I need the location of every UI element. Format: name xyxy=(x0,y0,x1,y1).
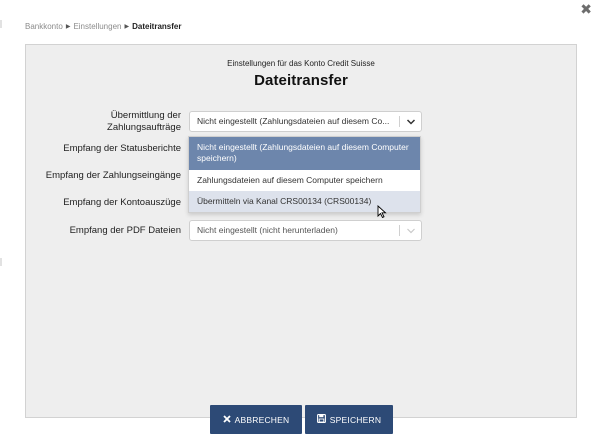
chevron-down-icon[interactable] xyxy=(406,117,416,127)
dropdown-option[interactable]: Nicht eingestellt (Zahlungsdateien auf d… xyxy=(189,137,420,170)
chevron-down-icon[interactable] xyxy=(406,226,416,236)
field-label-kontoauszuege: Empfang der Kontoauszüge xyxy=(63,197,181,208)
field-label-pdf-dateien: Empfang der PDF Dateien xyxy=(69,225,181,236)
page-title: Dateitransfer xyxy=(254,72,348,89)
select-pdf-dateien[interactable]: Nicht eingestellt (nicht herunterladen) xyxy=(189,220,422,241)
edge-marker xyxy=(0,20,2,28)
chevron-right-icon: ▶ xyxy=(124,24,130,30)
dropdown-option[interactable]: Zahlungsdateien auf diesem Computer spei… xyxy=(189,170,420,191)
select-value: Nicht eingestellt (nicht herunterladen) xyxy=(197,225,338,235)
select-divider xyxy=(399,225,400,236)
cancel-button-label: ABBRECHEN xyxy=(234,414,290,425)
close-icon xyxy=(223,414,231,425)
select-divider xyxy=(399,116,400,127)
floppy-disk-icon xyxy=(316,414,326,425)
breadcrumb-item-bankkonto[interactable]: Bankkonto xyxy=(25,22,63,31)
cancel-button[interactable]: ABBRECHEN xyxy=(210,405,302,434)
breadcrumb-current: Dateitransfer xyxy=(132,22,182,31)
mouse-cursor-icon xyxy=(377,205,387,218)
breadcrumb-item-einstellungen[interactable]: Einstellungen xyxy=(73,22,121,31)
dropdown-menu: Nicht eingestellt (Zahlungsdateien auf d… xyxy=(188,136,421,213)
chevron-right-icon: ▶ xyxy=(65,24,71,30)
edge-marker xyxy=(0,258,2,266)
select-zahlungsauftraege[interactable]: Nicht eingestellt (Zahlungsdateien auf d… xyxy=(189,111,422,132)
field-label-zahlungseingaenge: Empfang der Zahlungseingänge xyxy=(45,170,181,181)
select-value: Nicht eingestellt (Zahlungsdateien auf d… xyxy=(197,116,390,126)
field-label-statusberichte: Empfang der Statusberichte xyxy=(63,143,181,154)
settings-panel: Einstellungen für das Konto Credit Suiss… xyxy=(25,44,577,418)
close-icon[interactable]: ✖ xyxy=(580,2,592,16)
save-button[interactable]: SPEICHERN xyxy=(305,405,393,434)
breadcrumb: Bankkonto ▶ Einstellungen ▶ Dateitransfer xyxy=(25,22,181,31)
page-subtitle: Einstellungen für das Konto Credit Suiss… xyxy=(227,59,375,68)
save-button-label: SPEICHERN xyxy=(329,414,382,425)
field-label-zahlungsauftraege: Übermittlung der Zahlungsaufträge xyxy=(107,110,181,133)
